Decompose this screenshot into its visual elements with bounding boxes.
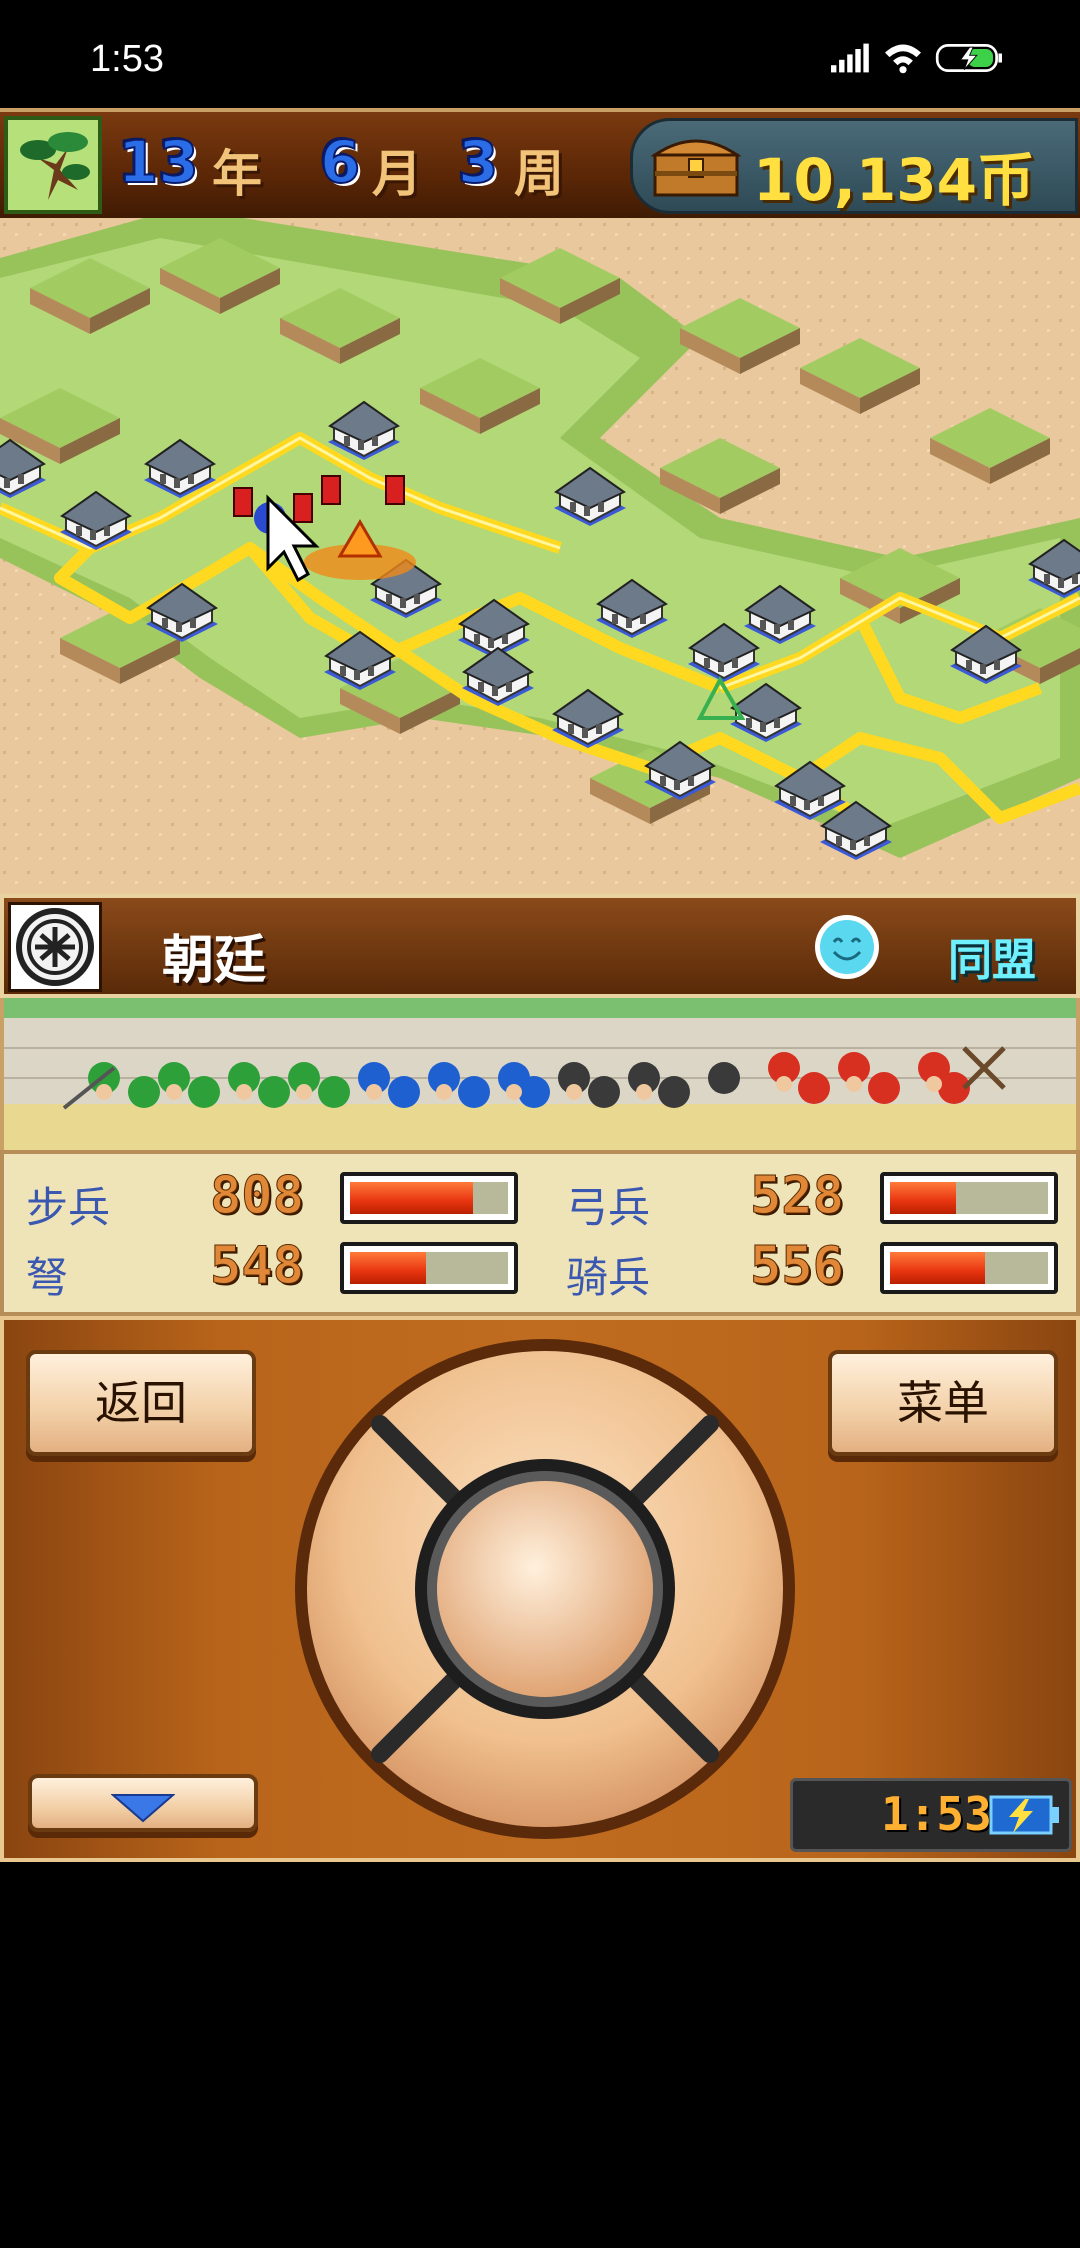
troop-stats: 步兵 808 弓兵 528 弩 548 骑兵 556 xyxy=(0,1150,1080,1316)
faction-name: 朝廷 xyxy=(162,931,267,991)
status-bar: 1:53 xyxy=(0,0,1080,110)
stat-bar-infantry xyxy=(340,1172,518,1224)
stat-label-cavalry: 骑兵 xyxy=(566,1253,651,1302)
chevron-down-icon xyxy=(110,1794,176,1823)
status-time: 1:53 xyxy=(90,38,164,80)
troops-display xyxy=(0,998,1080,1150)
dpad-down[interactable] xyxy=(510,1754,580,1824)
faction-bar: 朝廷 同盟 xyxy=(0,894,1080,998)
world-map[interactable] xyxy=(0,218,1080,894)
faction-status: 同盟 xyxy=(948,935,1036,986)
dpad-center-button xyxy=(437,1481,653,1697)
dpad-control[interactable] xyxy=(290,1334,800,1844)
game-clock-time: 1:53 xyxy=(881,1787,992,1841)
stat-value-crossbow: 548 xyxy=(210,1236,305,1297)
stat-value-cavalry: 556 xyxy=(750,1236,845,1297)
collapse-button[interactable] xyxy=(28,1774,258,1832)
bonsai-icon[interactable] xyxy=(4,116,102,214)
stat-label-infantry: 步兵 xyxy=(26,1183,111,1232)
month-number: 6 xyxy=(319,127,361,197)
wifi-icon xyxy=(885,44,921,74)
top-hud: 13 年 6 月 3 周 10,134币 xyxy=(0,108,1080,226)
menu-button[interactable]: 菜单 xyxy=(828,1350,1058,1456)
game-clock: 1:53 xyxy=(790,1778,1072,1852)
faction-emblem-icon xyxy=(8,902,102,992)
dpad-left[interactable] xyxy=(310,1554,380,1624)
coin-amount: 10,134币 xyxy=(753,146,1035,214)
treasure-chest-icon xyxy=(651,139,741,197)
dpad-up[interactable] xyxy=(510,1354,580,1424)
coin-panel: 10,134币 xyxy=(630,118,1078,214)
week-number: 3 xyxy=(457,127,499,197)
battery-icon xyxy=(935,44,1002,72)
month-unit: 月 xyxy=(372,145,422,203)
charging-battery-icon xyxy=(989,1795,1059,1835)
stat-value-infantry: 808 xyxy=(210,1166,305,1227)
stat-bar-cavalry xyxy=(880,1242,1058,1294)
stat-value-archer: 528 xyxy=(750,1166,845,1227)
dpad-right[interactable] xyxy=(710,1554,780,1624)
stat-bar-crossbow xyxy=(340,1242,518,1294)
year-unit: 年 xyxy=(212,145,262,203)
happy-face-icon xyxy=(815,915,879,979)
stat-label-archer: 弓兵 xyxy=(566,1183,651,1232)
stat-bar-archer xyxy=(880,1172,1058,1224)
year-number: 13 xyxy=(117,127,200,197)
week-unit: 周 xyxy=(514,145,564,203)
back-button[interactable]: 返回 xyxy=(26,1350,256,1456)
signal-icon xyxy=(831,43,869,73)
stat-label-crossbow: 弩 xyxy=(26,1253,69,1302)
system-icons xyxy=(831,43,1002,74)
